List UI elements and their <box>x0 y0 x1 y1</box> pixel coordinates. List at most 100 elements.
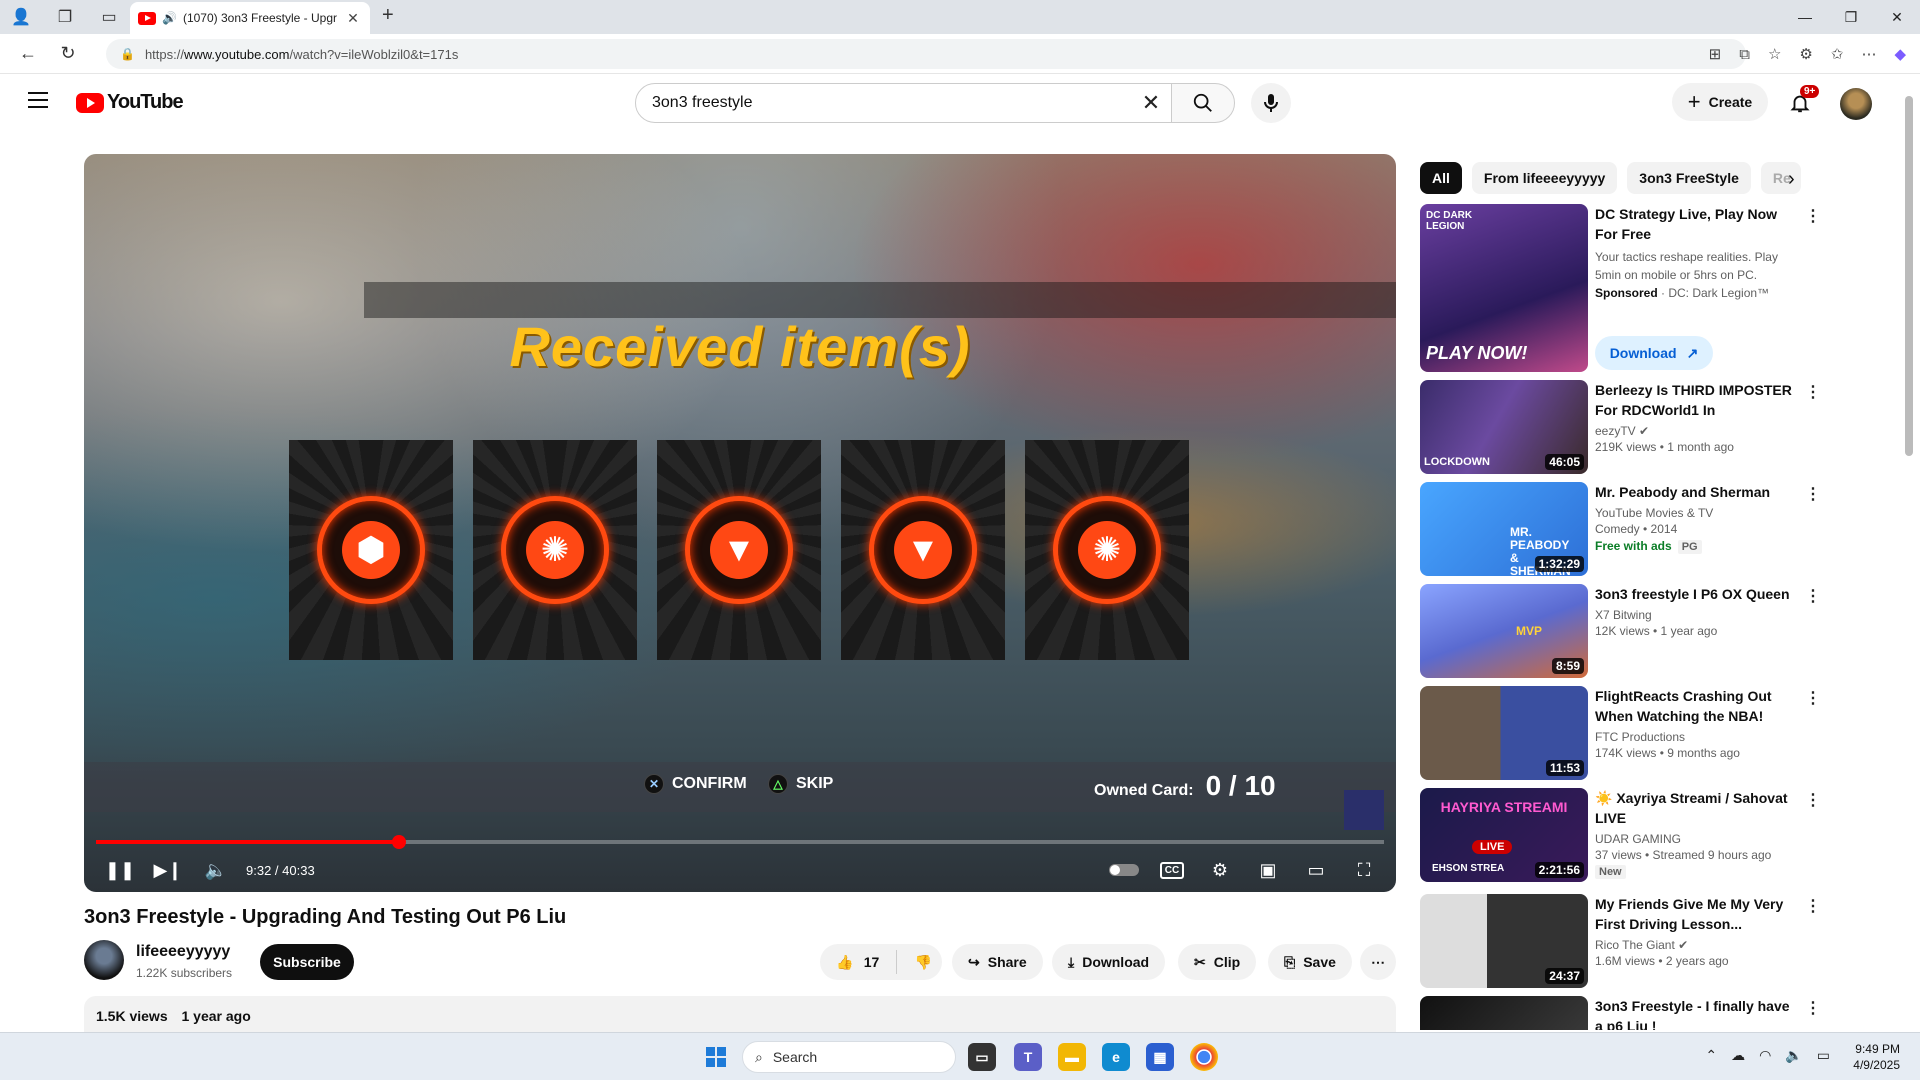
browser-tab-active[interactable]: 🔊 (1070) 3on3 Freestyle - Upgr ✕ <box>130 2 370 34</box>
speaker-icon[interactable]: 🔈 <box>1785 1047 1802 1064</box>
more-actions-button[interactable]: ⋯ <box>1360 944 1396 980</box>
autoplay-toggle[interactable] <box>1100 848 1148 892</box>
page-scrollbar[interactable] <box>1903 80 1915 1032</box>
store-icon[interactable]: ▦ <box>1146 1043 1174 1071</box>
favorite-star-icon[interactable]: ☆ <box>1768 45 1781 63</box>
video-thumbnail[interactable]: 11:53 <box>1420 686 1588 780</box>
video-title[interactable]: Berleezy Is THIRD IMPOSTER For RDCWorld1… <box>1595 380 1795 420</box>
task-view-icon[interactable]: ▭ <box>968 1043 996 1071</box>
more-vertical-icon[interactable]: ⋮ <box>1805 998 1820 1018</box>
new-tab-button[interactable]: + <box>382 4 394 27</box>
volume-icon[interactable]: 🔈 <box>192 848 240 892</box>
video-thumbnail[interactable]: HAYRIYA STREAMI LIVE EHSON STREA 2:21:56 <box>1420 788 1588 882</box>
voice-search-button[interactable] <box>1251 83 1291 123</box>
video-title[interactable]: Mr. Peabody and Sherman <box>1595 482 1795 502</box>
more-vertical-icon[interactable]: ⋮ <box>1805 688 1821 708</box>
youtube-logo[interactable]: YouTube <box>76 91 184 114</box>
channel-avatar[interactable] <box>84 940 124 980</box>
list-item[interactable]: MVP 8:59 3on3 freestyle I P6 OX Queen X7… <box>1420 584 1821 678</box>
chip-all[interactable]: All <box>1420 162 1462 194</box>
profile-icon[interactable]: 👤 <box>6 2 36 32</box>
taskbar-search[interactable]: ⌕ Search <box>742 1041 956 1073</box>
chrome-icon[interactable] <box>1190 1043 1218 1071</box>
edge-icon[interactable]: e <box>1102 1043 1130 1071</box>
video-title[interactable]: 3on3 Freestyle - I finally have a p6 Liu… <box>1595 996 1795 1030</box>
save-button[interactable]: ⎘ Save <box>1268 944 1352 980</box>
video-title[interactable]: FlightReacts Crashing Out When Watching … <box>1595 686 1795 726</box>
video-thumbnail[interactable]: DC DARK LEGION PLAY NOW! <box>1420 204 1588 372</box>
video-thumbnail[interactable]: LOCKDOWN 46:05 <box>1420 380 1588 474</box>
share-button[interactable]: ↪ Share <box>952 944 1043 980</box>
chip-from-channel[interactable]: From lifeeeeyyyyy <box>1471 162 1618 194</box>
list-item[interactable]: 11:53 FlightReacts Crashing Out When Wat… <box>1420 686 1821 780</box>
channel-name[interactable]: YouTube Movies & TV <box>1595 506 1795 520</box>
more-vertical-icon[interactable]: ⋮ <box>1805 586 1821 606</box>
video-title[interactable]: ☀️ Xayriya Streami / Sahovat LIVE <box>1595 788 1795 828</box>
video-title[interactable]: DC Strategy Live, Play Now For Free <box>1595 204 1795 244</box>
more-vertical-icon[interactable]: ⋮ <box>1805 206 1821 226</box>
like-button[interactable]: 👍 17 <box>820 950 897 974</box>
settings-gear-icon[interactable]: ⚙ <box>1196 848 1244 892</box>
subscribe-button[interactable]: Subscribe <box>260 944 354 980</box>
channel-name[interactable]: FTC Productions <box>1595 730 1795 744</box>
more-vertical-icon[interactable]: ⋮ <box>1805 382 1821 402</box>
url-field[interactable]: 🔒 https://www.youtube.com/watch?v=ileWob… <box>106 39 1746 69</box>
more-vertical-icon[interactable]: ⋮ <box>1805 790 1821 810</box>
more-vertical-icon[interactable]: ⋮ <box>1805 896 1821 916</box>
list-item[interactable]: LOCKDOWN 46:05 Berleezy Is THIRD IMPOSTE… <box>1420 380 1821 474</box>
channel-name[interactable]: X7 Bitwing <box>1595 608 1795 622</box>
video-thumbnail[interactable]: MVP 8:59 <box>1420 584 1588 678</box>
close-tab-icon[interactable]: ✕ <box>344 10 362 27</box>
scrollbar-thumb[interactable] <box>1905 96 1913 456</box>
list-item[interactable]: 24:37 My Friends Give Me My Very First D… <box>1420 894 1821 988</box>
scrubber-handle[interactable] <box>391 835 406 849</box>
battery-icon[interactable]: ▭ <box>1817 1047 1830 1064</box>
notifications-button[interactable]: 9+ <box>1784 85 1820 119</box>
file-explorer-icon[interactable]: ▬ <box>1058 1043 1086 1071</box>
channel-name[interactable]: Rico The Giant <box>1595 938 1675 952</box>
chip-3on3-freestyle[interactable]: 3on3 FreeStyle <box>1627 162 1751 194</box>
subtitles-icon[interactable]: CC <box>1148 848 1196 892</box>
onedrive-icon[interactable]: ☁ <box>1731 1047 1745 1064</box>
split-screen-icon[interactable]: ⊞ <box>1709 45 1722 63</box>
teams-icon[interactable]: T <box>1014 1043 1042 1071</box>
description-box[interactable]: 1.5K views 1 year ago <box>84 996 1396 1036</box>
video-thumbnail[interactable]: 24:37 <box>1420 894 1588 988</box>
lock-icon[interactable]: 🔒 <box>120 47 135 61</box>
video-thumbnail[interactable] <box>1420 996 1588 1030</box>
windows-start-icon[interactable] <box>706 1047 726 1067</box>
create-button[interactable]: + Create <box>1672 83 1768 121</box>
list-item[interactable]: DC DARK LEGION PLAY NOW! DC Strategy Liv… <box>1420 204 1821 374</box>
pause-icon[interactable]: ❚❚ <box>96 848 144 892</box>
theater-mode-icon[interactable]: ▭ <box>1292 848 1340 892</box>
more-icon[interactable]: ⋯ <box>1861 45 1876 63</box>
ad-download-button[interactable]: Download ↗ <box>1595 336 1713 370</box>
video-thumbnail[interactable]: MR. PEABODY & SHERMAN 1:32:29 <box>1420 482 1588 576</box>
list-item[interactable]: 3on3 Freestyle - I finally have a p6 Liu… <box>1420 996 1820 1030</box>
miniplayer-icon[interactable]: ▣ <box>1244 848 1292 892</box>
account-avatar[interactable] <box>1840 88 1872 120</box>
wifi-icon[interactable]: ◠ <box>1759 1047 1771 1064</box>
video-title[interactable]: 3on3 freestyle I P6 OX Queen <box>1595 584 1795 604</box>
search-button[interactable] <box>1171 83 1235 123</box>
list-item[interactable]: MR. PEABODY & SHERMAN 1:32:29 Mr. Peabod… <box>1420 482 1821 576</box>
favorites-icon[interactable]: ✩ <box>1831 45 1844 63</box>
app-available-icon[interactable]: ⧉ <box>1739 46 1750 63</box>
clip-button[interactable]: ✂ Clip <box>1178 944 1257 980</box>
restore-icon[interactable]: ❐ <box>1828 0 1874 34</box>
menu-icon[interactable] <box>28 92 48 113</box>
search-input[interactable]: 3on3 freestyle ✕ <box>635 83 1172 123</box>
video-player[interactable]: Received item(s) ⬢ ✺ ▼ ▼ ✺ ✕ CONFIRM △ S… <box>84 154 1396 892</box>
channel-name[interactable]: eezyTV <box>1595 424 1636 438</box>
video-title[interactable]: My Friends Give Me My Very First Driving… <box>1595 894 1795 934</box>
channel-name[interactable]: UDAR GAMING <box>1595 832 1795 846</box>
clear-search-icon[interactable]: ✕ <box>1131 90 1171 116</box>
system-clock[interactable]: 9:49 PM 4/9/2025 <box>1853 1041 1900 1073</box>
refresh-button[interactable]: ↻ <box>52 38 84 70</box>
extensions-icon[interactable]: ⚙ <box>1799 45 1812 63</box>
workspaces-icon[interactable]: ❐ <box>50 2 80 32</box>
chevron-right-icon[interactable]: › <box>1788 168 1795 191</box>
back-button[interactable]: ← <box>12 38 44 70</box>
minimize-icon[interactable]: — <box>1782 0 1828 34</box>
next-icon[interactable]: ▶❙ <box>144 848 192 892</box>
